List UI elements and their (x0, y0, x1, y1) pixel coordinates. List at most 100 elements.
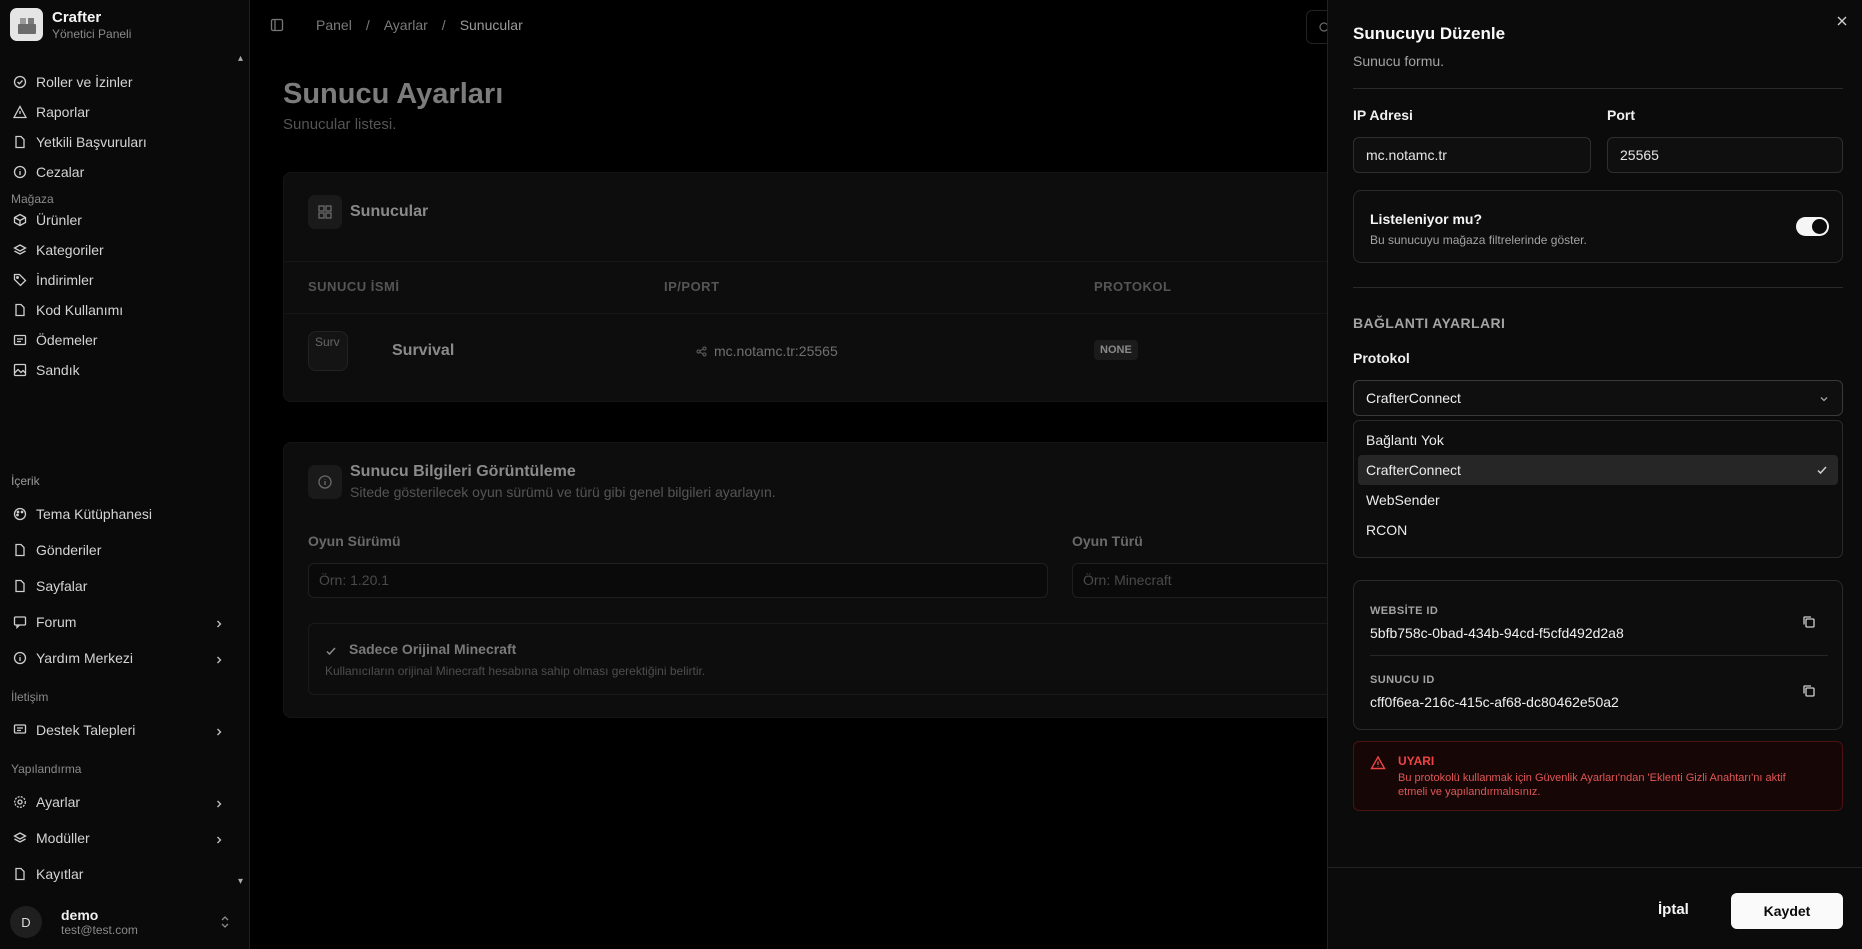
sidebar-item-logs[interactable]: Kayıtlar (12, 860, 232, 888)
option-label: Bağlantı Yok (1366, 432, 1444, 448)
sidebar-section-content: İçerik (11, 474, 40, 488)
drawer-title: Sunucuyu Düzenle (1353, 24, 1506, 43)
game-version-input[interactable]: Örn: 1.20.1 (308, 563, 1048, 598)
protocol-option-selected[interactable]: CrafterConnect (1358, 455, 1838, 485)
protocol-option[interactable]: Bağlantı Yok (1358, 425, 1838, 455)
divider (1370, 655, 1828, 656)
sidebar-item-help-center[interactable]: Yardım Merkezi (12, 644, 232, 672)
breadcrumb-item[interactable]: Panel (316, 17, 352, 33)
option-label: CrafterConnect (1366, 462, 1461, 478)
sidebar-item-roles[interactable]: Roller ve İzinler (12, 68, 232, 96)
sidebar-item-settings[interactable]: Ayarlar (12, 788, 232, 816)
sidebar-item-theme-library[interactable]: Tema Kütüphanesi (12, 500, 232, 528)
sidebar-item-modules[interactable]: Modüller (12, 824, 232, 852)
chevron-right-icon (214, 616, 224, 632)
website-id-value: 5bfb758c-0bad-434b-94cd-f5cfd492d2a8 (1370, 625, 1624, 641)
servers-card-title: Sunucular (350, 203, 429, 220)
sidebar-item-staff-applications[interactable]: Yetkili Başvuruları (12, 128, 232, 156)
divider (1328, 867, 1862, 868)
premium-only-title: Sadece Orijinal Minecraft (349, 641, 517, 657)
sidebar-item-support-tickets[interactable]: Destek Talepleri (12, 716, 232, 744)
shield-icon (12, 74, 28, 90)
copy-icon[interactable] (1802, 615, 1816, 634)
breadcrumb-separator: / (365, 17, 370, 33)
table-row[interactable]: Surv Survival mc.notamc.tr:25565 NONE (284, 314, 1344, 384)
premium-only-option[interactable]: Sadece Orijinal Minecraft Kullanıcıların… (308, 623, 1344, 695)
connection-settings-heading: BAĞLANTI AYARLARI (1353, 315, 1506, 331)
info-icon (12, 164, 28, 180)
divider (284, 261, 1344, 262)
info-card-title: Sunucu Bilgileri Görüntüleme (350, 463, 576, 480)
protocol-select-value: CrafterConnect (1366, 390, 1461, 406)
listed-toggle-card: Listeleniyor mu? Bu sunucuyu mağaza filt… (1353, 190, 1843, 263)
sidebar-item-label: Raporlar (36, 104, 90, 120)
copy-icon[interactable] (1802, 684, 1816, 703)
sidebar-item-chest[interactable]: Sandık (12, 356, 232, 384)
server-id-label: SUNUCU ID (1370, 674, 1435, 686)
protocol-select[interactable]: CrafterConnect (1353, 380, 1843, 416)
sidebar-item-forum[interactable]: Forum (12, 608, 232, 636)
port-label: Port (1607, 107, 1635, 123)
port-input[interactable]: 25565 (1607, 137, 1843, 173)
app-subtitle: Yönetici Paneli (52, 26, 132, 41)
sidebar-item-discounts[interactable]: İndirimler (12, 266, 232, 294)
file-icon (12, 542, 28, 558)
box-icon (12, 212, 28, 228)
listed-toggle[interactable] (1796, 217, 1829, 236)
warning-text: Bu protokolü kullanmak için Güvenlik Aya… (1398, 772, 1786, 798)
sidebar-toggle-icon[interactable] (270, 18, 284, 37)
sidebar-item-label: Gönderiler (36, 542, 102, 558)
sidebar-section-contact: İletişim (11, 690, 49, 704)
column-header: IP/PORT (664, 279, 720, 294)
server-image: Surv (308, 331, 348, 371)
cancel-button[interactable]: İptal (1658, 901, 1689, 918)
check-icon (325, 644, 337, 662)
user-name: demo (61, 907, 99, 923)
sidebar-item-payments[interactable]: Ödemeler (12, 326, 232, 354)
image-icon (12, 362, 28, 378)
user-menu[interactable]: D demo test@test.com (0, 895, 249, 949)
protocol-option[interactable]: RCON (1358, 515, 1838, 545)
file-icon (12, 134, 28, 150)
ip-input[interactable]: mc.notamc.tr (1353, 137, 1591, 173)
drawer-subtitle: Sunucu formu. (1353, 53, 1445, 69)
protocol-option[interactable]: WebSender (1358, 485, 1838, 515)
save-button[interactable]: Kaydet (1731, 893, 1843, 929)
breadcrumb-item[interactable]: Ayarlar (384, 17, 428, 33)
sidebar-item-label: Sandık (36, 362, 80, 378)
edit-server-drawer: Sunucuyu Düzenle Sunucu formu. IP Adresi… (1327, 0, 1862, 949)
divider (1353, 88, 1843, 89)
sidebar-item-posts[interactable]: Gönderiler (12, 536, 232, 564)
message-icon (12, 614, 28, 630)
chevrons-up-down-icon (220, 915, 230, 934)
brand[interactable]: Crafter Yönetici Paneli (10, 8, 131, 41)
listed-title: Listeleniyor mu? (1370, 211, 1483, 227)
info-icon (308, 465, 342, 499)
sidebar-item-punishments[interactable]: Cezalar (12, 158, 232, 186)
close-icon[interactable] (1836, 14, 1848, 32)
share-icon (696, 344, 707, 362)
sidebar-item-reports[interactable]: Raporlar (12, 98, 232, 126)
sidebar-item-label: Kategoriler (36, 242, 104, 258)
sidebar-item-code-usage[interactable]: Kod Kullanımı (12, 296, 232, 324)
option-label: RCON (1366, 522, 1408, 538)
app-logo (10, 8, 43, 41)
layers-icon (12, 830, 28, 846)
sidebar-section-store: Mağaza (11, 192, 54, 206)
sidebar-item-pages[interactable]: Sayfalar (12, 572, 232, 600)
check-icon (1816, 463, 1828, 479)
divider (1353, 287, 1843, 288)
sidebar-item-products[interactable]: Ürünler (12, 206, 232, 234)
sidebar-item-label: Ayarlar (36, 794, 81, 810)
website-id-label: WEBSİTE ID (1370, 605, 1439, 617)
page-title: Sunucu Ayarları (283, 78, 504, 110)
game-type-input[interactable]: Örn: Minecraft (1072, 563, 1344, 598)
scroll-down-icon[interactable]: ▾ (238, 876, 250, 888)
user-email: test@test.com (61, 923, 138, 937)
sidebar-item-label: Modüller (36, 830, 90, 846)
sidebar-item-label: Sayfalar (36, 578, 88, 594)
sidebar-item-label: Yetkili Başvuruları (36, 134, 147, 150)
sidebar-item-categories[interactable]: Kategoriler (12, 236, 232, 264)
grid-icon (308, 195, 342, 229)
file-icon (12, 302, 28, 318)
